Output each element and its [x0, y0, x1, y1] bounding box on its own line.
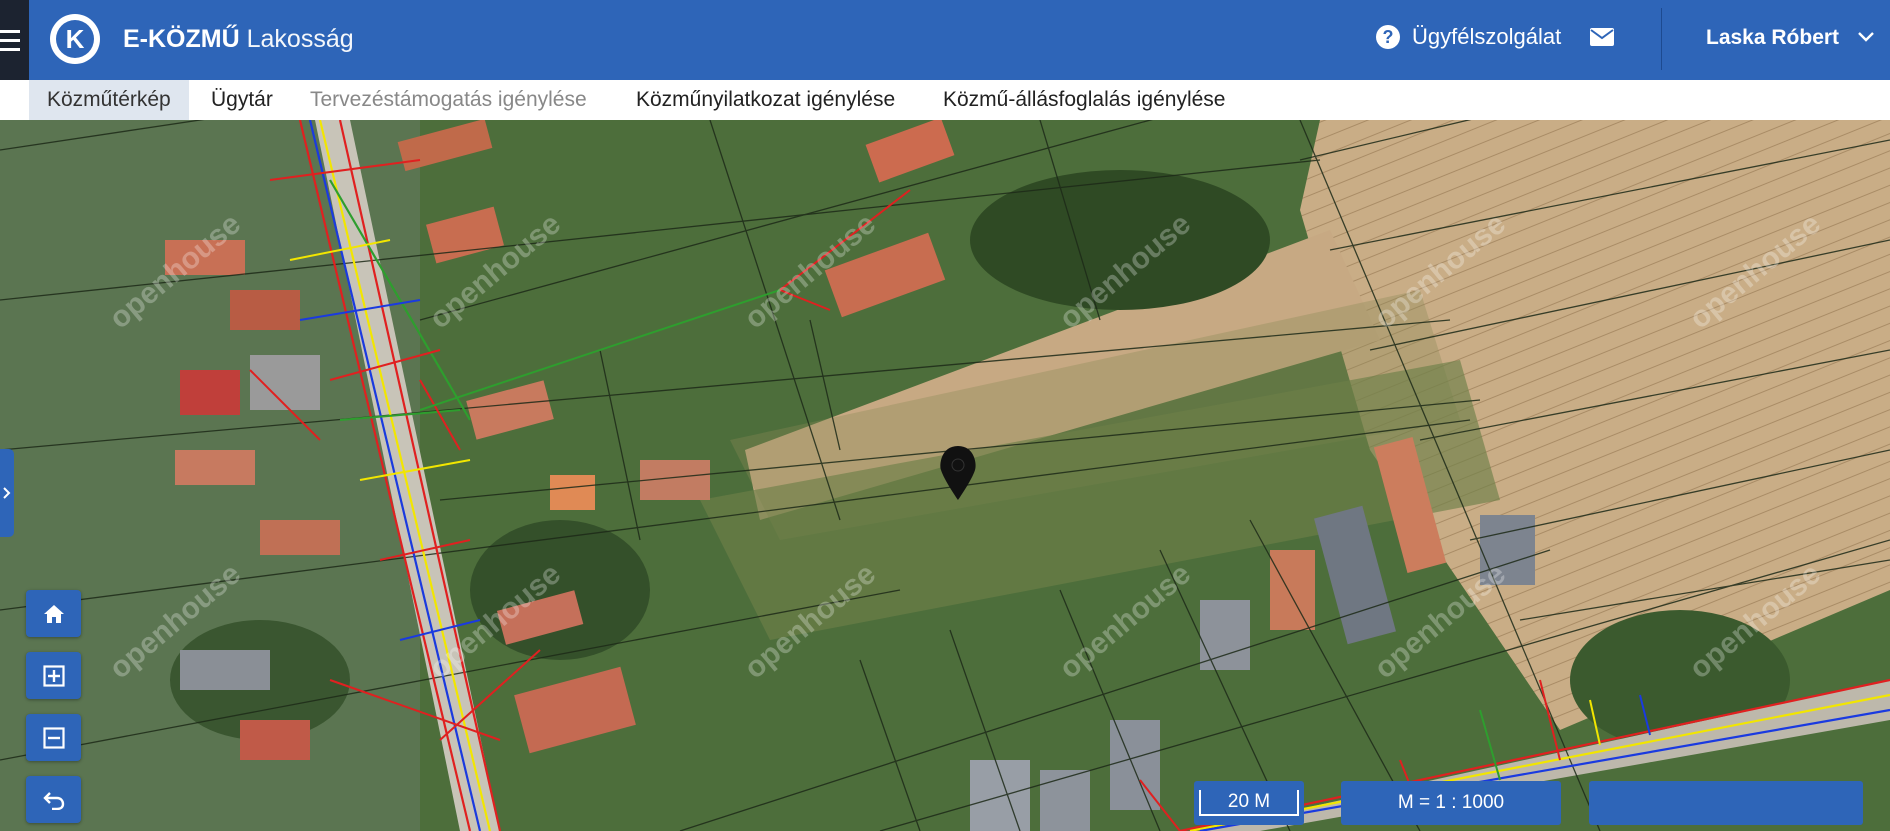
map-view[interactable]: openhouse openhouse openhouse openhouse … [0, 120, 1890, 831]
logo-letter: K [56, 20, 94, 58]
header-divider [1661, 8, 1662, 70]
scale-bar-box: 20 M [1194, 781, 1304, 825]
aerial-map[interactable]: openhouse openhouse openhouse openhouse … [0, 120, 1890, 831]
nav-tabs: Közműtérkép Ügytár Tervezéstámogatás igé… [0, 80, 1890, 121]
tab-tervezestamogatas: Tervezéstámogatás igénylése [310, 88, 587, 111]
zoom-in-button[interactable] [26, 652, 81, 699]
brand-light: Lakosság [246, 25, 354, 53]
side-panel-toggle[interactable] [0, 449, 14, 537]
user-menu[interactable]: Laska Róbert [1706, 26, 1839, 50]
question-icon: ? [1376, 25, 1400, 49]
zoom-in-icon [42, 664, 65, 687]
chevron-down-icon[interactable] [1857, 28, 1875, 46]
scale-ratio-box: M = 1 : 1000 [1341, 781, 1561, 825]
menu-button[interactable] [0, 0, 29, 80]
brand-strong: E-KÖZMŰ [123, 25, 240, 53]
zoom-out-icon [42, 726, 65, 749]
back-icon [42, 791, 64, 810]
tab-kozmu-allasfoglalas[interactable]: Közmű-állásfoglalás igénylése [943, 80, 1226, 120]
zoom-out-button[interactable] [26, 714, 81, 761]
chevron-right-icon [3, 487, 11, 499]
mail-icon[interactable] [1590, 28, 1614, 46]
back-button[interactable] [26, 776, 81, 823]
tab-kozmuterkep[interactable]: Közműtérkép [29, 80, 189, 120]
tab-kozmunyilatkozat[interactable]: Közműnyilatkozat igénylése [636, 80, 895, 120]
coordinate-display [1589, 781, 1863, 825]
app-title: E-KÖZMŰ Lakosság [123, 24, 354, 54]
hamburger-icon [0, 27, 20, 54]
help-label: Ügyfélszolgálat [1412, 24, 1562, 49]
scale-ratio-label: M = 1 : 1000 [1397, 792, 1505, 813]
home-icon [43, 604, 64, 623]
tab-ugytar[interactable]: Ügytár [211, 80, 273, 120]
app-logo[interactable]: K [50, 14, 100, 64]
help-link[interactable]: ? Ügyfélszolgálat [1376, 24, 1561, 50]
scale-bar-label: 20 M [1199, 790, 1299, 816]
home-button[interactable] [26, 590, 81, 637]
top-bar: K E-KÖZMŰ Lakosság ? Ügyfélszolgálat Las… [0, 0, 1890, 80]
